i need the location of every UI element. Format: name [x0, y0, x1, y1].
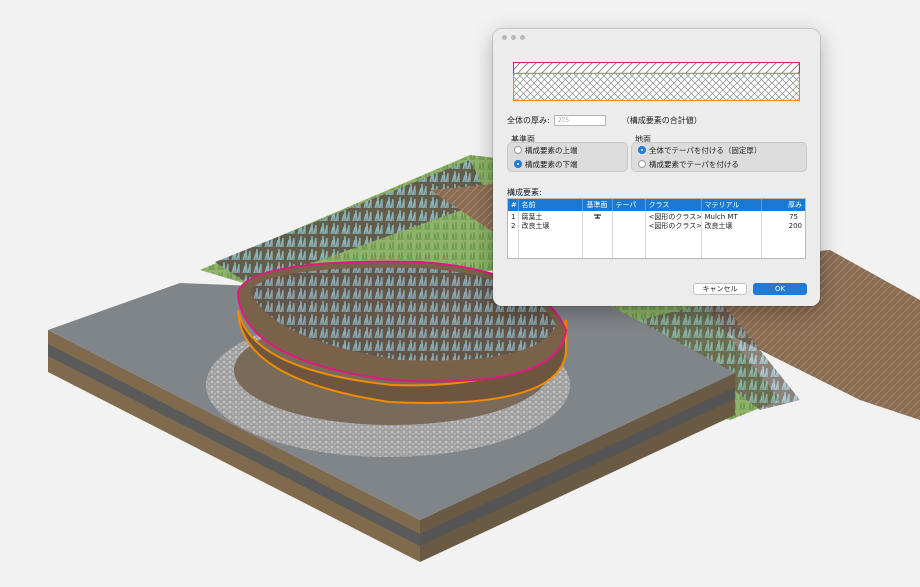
cancel-button[interactable]: キャンセル [693, 283, 747, 295]
col-header-material[interactable]: マテリアル [701, 199, 762, 211]
minimize-window-icon[interactable] [511, 35, 516, 40]
soil-layers-dialog: 全体の厚み: 275 （構成要素の合計値） 基準面 構成要素の上端 構成要素の下… [493, 29, 820, 306]
zoom-window-icon[interactable] [520, 35, 525, 40]
ground-group: 全体でテーパを付ける（固定厚） 構成要素でテーパを付ける [631, 142, 807, 172]
radio-off-icon [514, 146, 522, 154]
col-header-taper[interactable]: テーパ [612, 199, 646, 211]
window-controls [502, 35, 525, 40]
total-thickness-row: 全体の厚み: 275 （構成要素の合計値） [507, 115, 807, 126]
components-table: # 名前 基準面 テーパ クラス マテリアル 厚み 1 2 腐葉土 改良土壌 <… [507, 198, 806, 259]
ok-button[interactable]: OK [753, 283, 807, 295]
total-thickness-note: （構成要素の合計値） [621, 116, 702, 125]
radio-taper-components[interactable]: 構成要素でテーパを付ける [638, 159, 800, 170]
radio-on-icon [638, 146, 646, 154]
col-header-datum[interactable]: 基準面 [582, 199, 613, 211]
row-number: 2 [511, 222, 516, 230]
radio-taper-all-label: 全体でテーパを付ける（固定厚） [649, 145, 762, 155]
total-thickness-field[interactable]: 275 [553, 115, 606, 126]
radio-datum-bottom[interactable]: 構成要素の下端 [514, 159, 621, 170]
col-header-thickness[interactable]: 厚み [761, 199, 805, 211]
datum-group: 構成要素の上端 構成要素の下端 [507, 142, 628, 172]
row-name: 改良土壌 [521, 222, 550, 230]
components-label: 構成要素: [507, 188, 542, 197]
radio-off-icon [638, 160, 646, 168]
radio-datum-top[interactable]: 構成要素の上端 [514, 145, 621, 156]
col-header-number[interactable]: # [508, 199, 519, 211]
radio-taper-components-label: 構成要素でテーパを付ける [649, 159, 739, 169]
table-header-row: # 名前 基準面 テーパ クラス マテリアル 厚み [508, 199, 805, 211]
datum-plane-icon [593, 214, 601, 219]
layer-section-preview [513, 62, 800, 101]
close-window-icon[interactable] [502, 35, 507, 40]
row-thickness: 75 [789, 213, 798, 221]
radio-on-icon [514, 160, 522, 168]
total-thickness-label: 全体の厚み: [507, 116, 550, 125]
row-taper [612, 211, 646, 258]
row-class: <図形のクラス> [648, 222, 701, 230]
col-header-class[interactable]: クラス [645, 199, 702, 211]
col-header-name[interactable]: 名前 [518, 199, 583, 211]
row-class: <図形のクラス> [648, 213, 701, 221]
radio-datum-bottom-label: 構成要素の下端 [525, 159, 578, 169]
radio-taper-all[interactable]: 全体でテーパを付ける（固定厚） [638, 145, 800, 156]
row-material: Mulch MT [704, 213, 738, 221]
row-name: 腐葉土 [521, 213, 543, 221]
row-number: 1 [511, 213, 516, 221]
radio-datum-top-label: 構成要素の上端 [525, 145, 578, 155]
row-thickness: 200 [788, 222, 802, 230]
table-row[interactable]: 1 2 腐葉土 改良土壌 <図形のクラス> <図形のクラス> Mulch MT … [508, 211, 805, 258]
row-material: 改良土壌 [704, 222, 733, 230]
